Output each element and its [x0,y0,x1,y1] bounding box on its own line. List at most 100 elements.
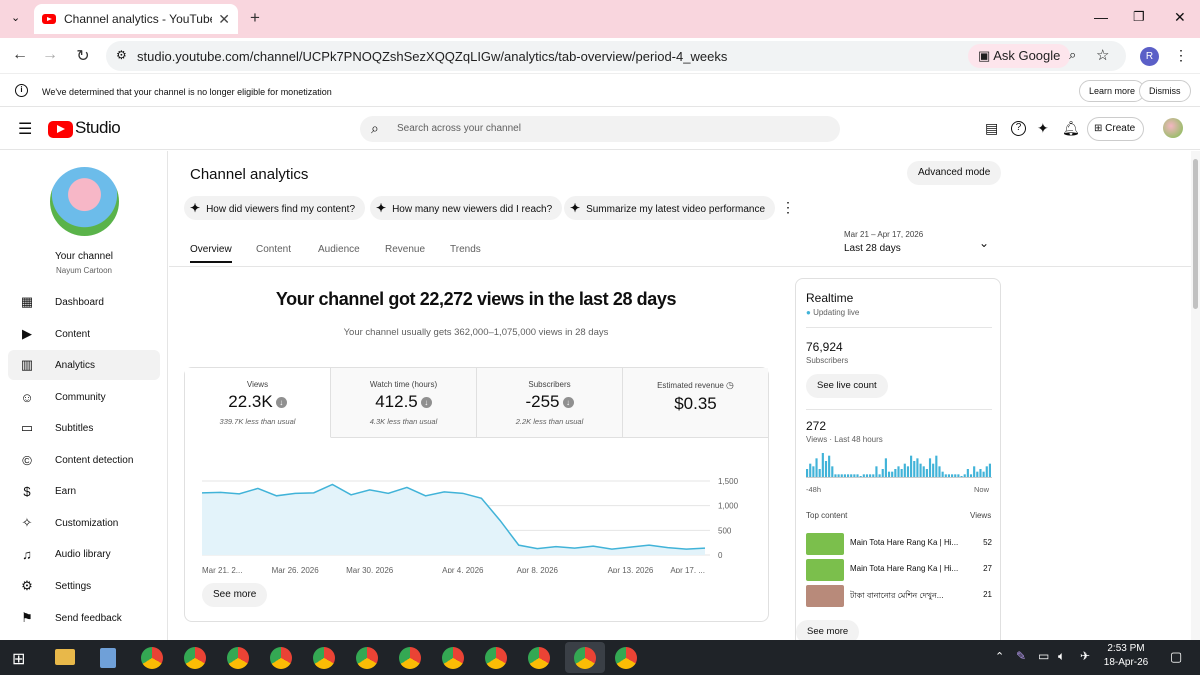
close-window-icon[interactable]: ✕ [1174,9,1186,26]
create-button[interactable]: ⊞ Create [1087,117,1145,141]
learn-more-button[interactable]: Learn more [1079,80,1146,102]
tab-revenue[interactable]: Revenue [385,244,425,255]
windows-start-icon[interactable]: ⊞ [12,649,25,669]
new-tab-button[interactable]: + [250,8,260,28]
ask-google-button[interactable]: ▣ Ask Google [968,44,1071,68]
top-content-item[interactable]: Main Tota Hare Rang Ka | Hi... 52 [806,533,992,555]
chrome-profile-icon[interactable] [313,647,335,669]
suggestion-label: How did viewers find my content? [206,204,356,215]
sidebar-item-customization[interactable]: ✧ Customization [8,508,160,538]
messages-icon[interactable]: ▤ [985,120,998,137]
chrome-active-icon[interactable] [574,647,596,669]
sidebar-item-community[interactable]: ☺ Community [8,382,160,412]
top-content-item[interactable]: টাকা বানানোর মেশিন দেখুন... 21 [806,585,992,607]
browser-menu-icon[interactable]: ⋮ [1174,47,1188,64]
realtime-bar-chart[interactable] [806,451,992,479]
suggestion-chip-summarize[interactable]: ✦ Summarize my latest video performance [564,196,776,220]
suggestion-label: Summarize my latest video performance [586,204,766,215]
chrome-profile-icon[interactable] [184,647,206,669]
tray-chevron-icon[interactable]: ⌃ [995,650,1004,663]
battery-icon[interactable]: ▭ [1038,649,1049,663]
suggestion-chip-new-viewers[interactable]: ✦ How many new viewers did I reach? [370,196,563,220]
reload-icon[interactable]: ↻ [73,46,93,66]
minimize-icon[interactable]: — [1094,9,1108,25]
chrome-profile-icon[interactable] [356,647,378,669]
chrome-profile-icon[interactable] [227,647,249,669]
taskbar-clock[interactable]: 2:53 PM 18-Apr-26 [1100,643,1152,668]
realtime-bar [919,463,922,477]
scrollbar-thumb[interactable] [1193,159,1198,309]
file-explorer-icon[interactable] [55,649,75,665]
chrome-profile-icon[interactable] [442,647,464,669]
url-text: studio.youtube.com/channel/UCPk7PNOQZshS… [137,49,728,64]
chrome-profile-icon[interactable] [270,647,292,669]
metric-subscribers[interactable]: Subscribers -255 ↓ 2.2K less than usual [477,368,623,438]
tab-overview[interactable]: Overview [190,244,232,263]
suggestion-chip-viewers[interactable]: ✦ How did viewers find my content? [184,196,366,220]
sidebar-item-analytics[interactable]: ▥ Analytics [8,350,160,380]
advanced-mode-button[interactable]: Advanced mode [907,161,1002,185]
profile-avatar[interactable]: R [1140,47,1159,66]
tab-audience[interactable]: Audience [318,244,360,255]
sidebar-item-content[interactable]: ▶︎ Content [8,319,160,349]
studio-logo-text: Studio [75,118,121,137]
hamburger-menu-icon[interactable]: ☰ [18,119,32,139]
ai-sparkle-icon[interactable]: ✦ [1037,120,1049,137]
date-range-picker[interactable]: Mar 21 – Apr 17, 2026 Last 28 days ⌄ [844,230,996,260]
chrome-profile-icon[interactable] [399,647,421,669]
sidebar-item-send-feedback[interactable]: ⚑ Send feedback [8,603,160,633]
sidebar-item-earn[interactable]: $ Earn [8,476,160,506]
metric-watch-time[interactable]: Watch time (hours) 412.5 ↓ 4.3K less than… [331,368,477,438]
sidebar-item-content-detection[interactable]: © Content detection [8,445,160,475]
site-settings-icon[interactable]: ⚙ [116,48,127,62]
chrome-profile-icon[interactable] [528,647,550,669]
address-bar[interactable]: ⚙ studio.youtube.com/channel/UCPk7PNOQZs… [106,41,1126,71]
volume-icon[interactable]: 🔈︎ [1058,649,1065,664]
see-more-button[interactable]: See more [202,583,268,607]
zoom-icon[interactable]: ⌕ [1069,47,1076,63]
see-live-count-button[interactable]: See live count [806,374,888,398]
pen-icon[interactable]: ✎ [1016,649,1026,663]
dismiss-button[interactable]: Dismiss [1139,80,1191,102]
notification-center-icon[interactable]: ▢ [1170,649,1182,665]
video-title: Main Tota Hare Rang Ka | Hi... [850,564,959,573]
overview-card: Views 22.3K ↓ 339.7K less than usual Watc… [184,367,769,622]
realtime-bar [897,466,900,477]
browser-tab[interactable]: Channel analytics - YouTube Stu ✕ [34,4,238,34]
realtime-bar [862,474,865,477]
close-tab-icon[interactable]: ✕ [218,11,230,28]
sidebar-item-subtitles[interactable]: ▭ Subtitles [8,413,160,443]
back-icon[interactable]: ← [10,46,30,64]
more-options-icon[interactable]: ⋮ [781,199,795,216]
restore-icon[interactable]: ❐ [1133,9,1145,25]
chrome-icon[interactable] [141,647,163,669]
tab-trends[interactable]: Trends [450,244,481,255]
help-icon[interactable]: ? [1011,121,1026,136]
notifications-bell-icon[interactable]: 🔔︎ [1062,120,1080,137]
top-content-item[interactable]: Main Tota Hare Rang Ka | Hi... 27 [806,559,992,581]
airplane-mode-icon[interactable]: ✈ [1080,649,1090,663]
account-avatar[interactable] [1163,118,1183,138]
clock-icon: ◷ [726,380,734,390]
bookmark-star-icon[interactable]: ☆ [1096,46,1109,64]
calculator-icon[interactable] [100,648,116,668]
sidebar-item-audio-library[interactable]: ♫ Audio library [8,539,160,569]
forward-icon[interactable]: → [40,46,60,64]
tab-content[interactable]: Content [256,244,291,255]
page-scrollbar[interactable] [1191,151,1200,640]
views-chart[interactable]: 1,500 1,000 500 0 Mar 21, 2... Mar 26, 2026 Ma… [185,463,770,573]
tab-search-icon[interactable]: ⌄ [11,11,20,24]
search-input[interactable]: ⌕ Search across your channel [360,116,840,142]
realtime-bar [812,466,815,477]
channel-avatar[interactable] [50,167,119,236]
realtime-bar [938,466,941,477]
metric-revenue[interactable]: Estimated revenue ◷ $0.35 [623,368,768,438]
windows-taskbar: ⊞ ⌃ ✎ ▭ 🔈︎ ✈ 2:53 PM 18-Apr-26 ▢ [0,640,1200,675]
browser-toolbar: ← → ↻ ⚙ studio.youtube.com/channel/UCPk7… [0,38,1200,74]
metric-views[interactable]: Views 22.3K ↓ 339.7K less than usual [185,368,331,438]
chrome-profile-icon[interactable] [485,647,507,669]
sidebar-item-dashboard[interactable]: ▦ Dashboard [8,287,160,317]
realtime-see-more-button[interactable]: See more [796,620,860,640]
chrome-profile-icon[interactable] [615,647,637,669]
sidebar-item-settings[interactable]: ⚙ Settings [8,571,160,601]
